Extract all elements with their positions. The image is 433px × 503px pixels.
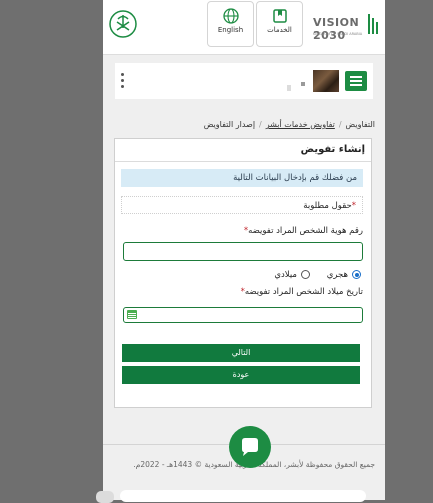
required-fields-note: *حقول مطلوبة — [121, 196, 363, 214]
breadcrumb-link-absher-delegations[interactable]: تفاويض خدمات أبشر — [266, 120, 335, 129]
dob-label: تاريخ ميلاد الشخص المراد تفويضه* — [240, 287, 363, 297]
services-button[interactable]: الخدمات — [256, 1, 303, 47]
more-options-icon[interactable] — [121, 73, 125, 89]
back-button[interactable]: عودة — [122, 366, 360, 384]
book-icon — [272, 9, 287, 23]
english-label: English — [217, 26, 244, 34]
next-button[interactable]: التالي — [122, 344, 360, 362]
breadcrumb: التفاويض/تفاويض خدمات أبشر/إصدار التفاوي… — [203, 120, 375, 129]
id-number-input[interactable] — [123, 242, 363, 261]
gregorian-radio[interactable]: ميلادي — [274, 270, 310, 280]
hijri-radio[interactable]: هجري — [327, 270, 361, 280]
saudi-emblem-icon — [109, 10, 137, 38]
vision-2030-logo: VISION 2030 KINGDOM OF SAUDI ARABIA — [309, 10, 381, 42]
calendar-type-radios: هجري ميلادي — [260, 270, 361, 280]
gregorian-radio-button[interactable] — [300, 270, 310, 279]
vision-sub: KINGDOM OF SAUDI ARABIA — [313, 32, 363, 36]
chat-button[interactable] — [229, 426, 271, 468]
form-title: إنشاء تفويض — [115, 139, 371, 162]
breadcrumb-link-delegations[interactable]: التفاويض — [346, 120, 375, 129]
services-label: الخدمات — [267, 26, 292, 34]
page: English الخدمات VISION 2030 KINGDOM OF S… — [103, 0, 385, 500]
left-edge-stub — [96, 491, 114, 503]
dob-date-input[interactable] — [123, 307, 363, 323]
globe-icon — [222, 8, 239, 24]
menu-icon[interactable] — [345, 71, 367, 91]
top-bar: English الخدمات VISION 2030 KINGDOM OF S… — [103, 0, 385, 55]
user-bar — [115, 63, 373, 99]
user-name-placeholder — [287, 77, 309, 96]
absher-logo-icon — [368, 14, 378, 34]
id-label: رقم هوية الشخص المراد تفويضه* — [243, 226, 363, 236]
calendar-icon[interactable] — [127, 310, 137, 319]
hijri-radio-button[interactable] — [352, 270, 361, 279]
chat-bubble-icon — [242, 438, 258, 456]
delegation-form-card: إنشاء تفويض من فضلك قم بإدخال البيانات ا… — [114, 138, 372, 408]
breadcrumb-current: إصدار التفاويض — [203, 120, 256, 129]
user-avatar — [313, 70, 339, 92]
info-message: من فضلك قم بإدخال البيانات التالية — [121, 169, 363, 187]
english-language-button[interactable]: English — [207, 1, 254, 47]
browser-bottom-bar[interactable] — [120, 490, 366, 502]
